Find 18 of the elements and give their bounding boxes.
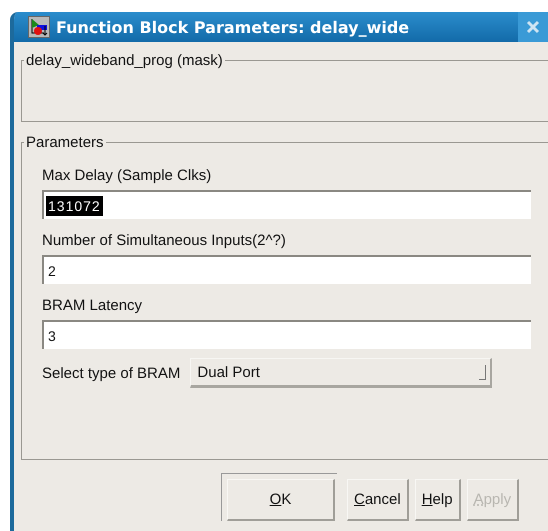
close-icon [526,20,540,34]
parameter-label: Number of Simultaneous Inputs(2^?) [42,231,287,251]
dropdown[interactable]: Dual Port [190,358,492,388]
group-title: delay_wideband_prog (mask) [25,52,224,69]
parameter-label: Max Delay (Sample Clks) [42,166,212,186]
group-title: Parameters [25,134,105,151]
input-field[interactable]: 131072 [42,190,531,219]
parameter-label: BRAM Latency [42,296,144,316]
window-title: Function Block Parameters: delay_wide [56,18,410,36]
block-diagram-icon [28,16,50,38]
close-button[interactable] [518,12,548,42]
input-field[interactable]: 2 [42,255,531,284]
dialog-button[interactable]: OK [227,479,335,521]
dialog-button[interactable]: Help [414,479,461,521]
dropdown-indicator-icon [479,364,486,380]
parameter-label: Select type of BRAM [42,364,180,382]
dialog-button[interactable]: Cancel [347,479,409,521]
input-field[interactable]: 3 [42,320,531,349]
